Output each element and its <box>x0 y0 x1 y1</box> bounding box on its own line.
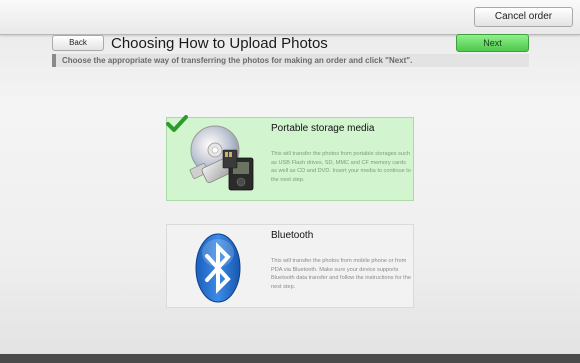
option-title: Portable storage media <box>271 123 375 134</box>
page-title: Choosing How to Upload Photos <box>111 35 328 52</box>
option-portable-storage[interactable]: Portable storage media This will transfe… <box>166 115 414 201</box>
bottom-bar <box>0 354 580 363</box>
bluetooth-icon <box>195 233 241 303</box>
storage-media-icon <box>189 125 254 191</box>
option-description: This will transfer the photos from porta… <box>271 151 411 183</box>
back-button[interactable]: Back <box>52 35 104 51</box>
instruction-text: Choose the appropriate way of transferri… <box>62 56 413 65</box>
cancel-order-button[interactable]: Cancel order <box>474 7 573 27</box>
next-button[interactable]: Next <box>456 34 529 52</box>
option-bluetooth[interactable]: Bluetooth This will transfer the photos … <box>166 224 414 308</box>
option-title: Bluetooth <box>271 230 314 241</box>
option-description: This will transfer the photos from mobil… <box>271 258 411 290</box>
instruction-bar: Choose the appropriate way of transferri… <box>52 54 529 67</box>
top-bar: Cancel order <box>0 0 580 35</box>
